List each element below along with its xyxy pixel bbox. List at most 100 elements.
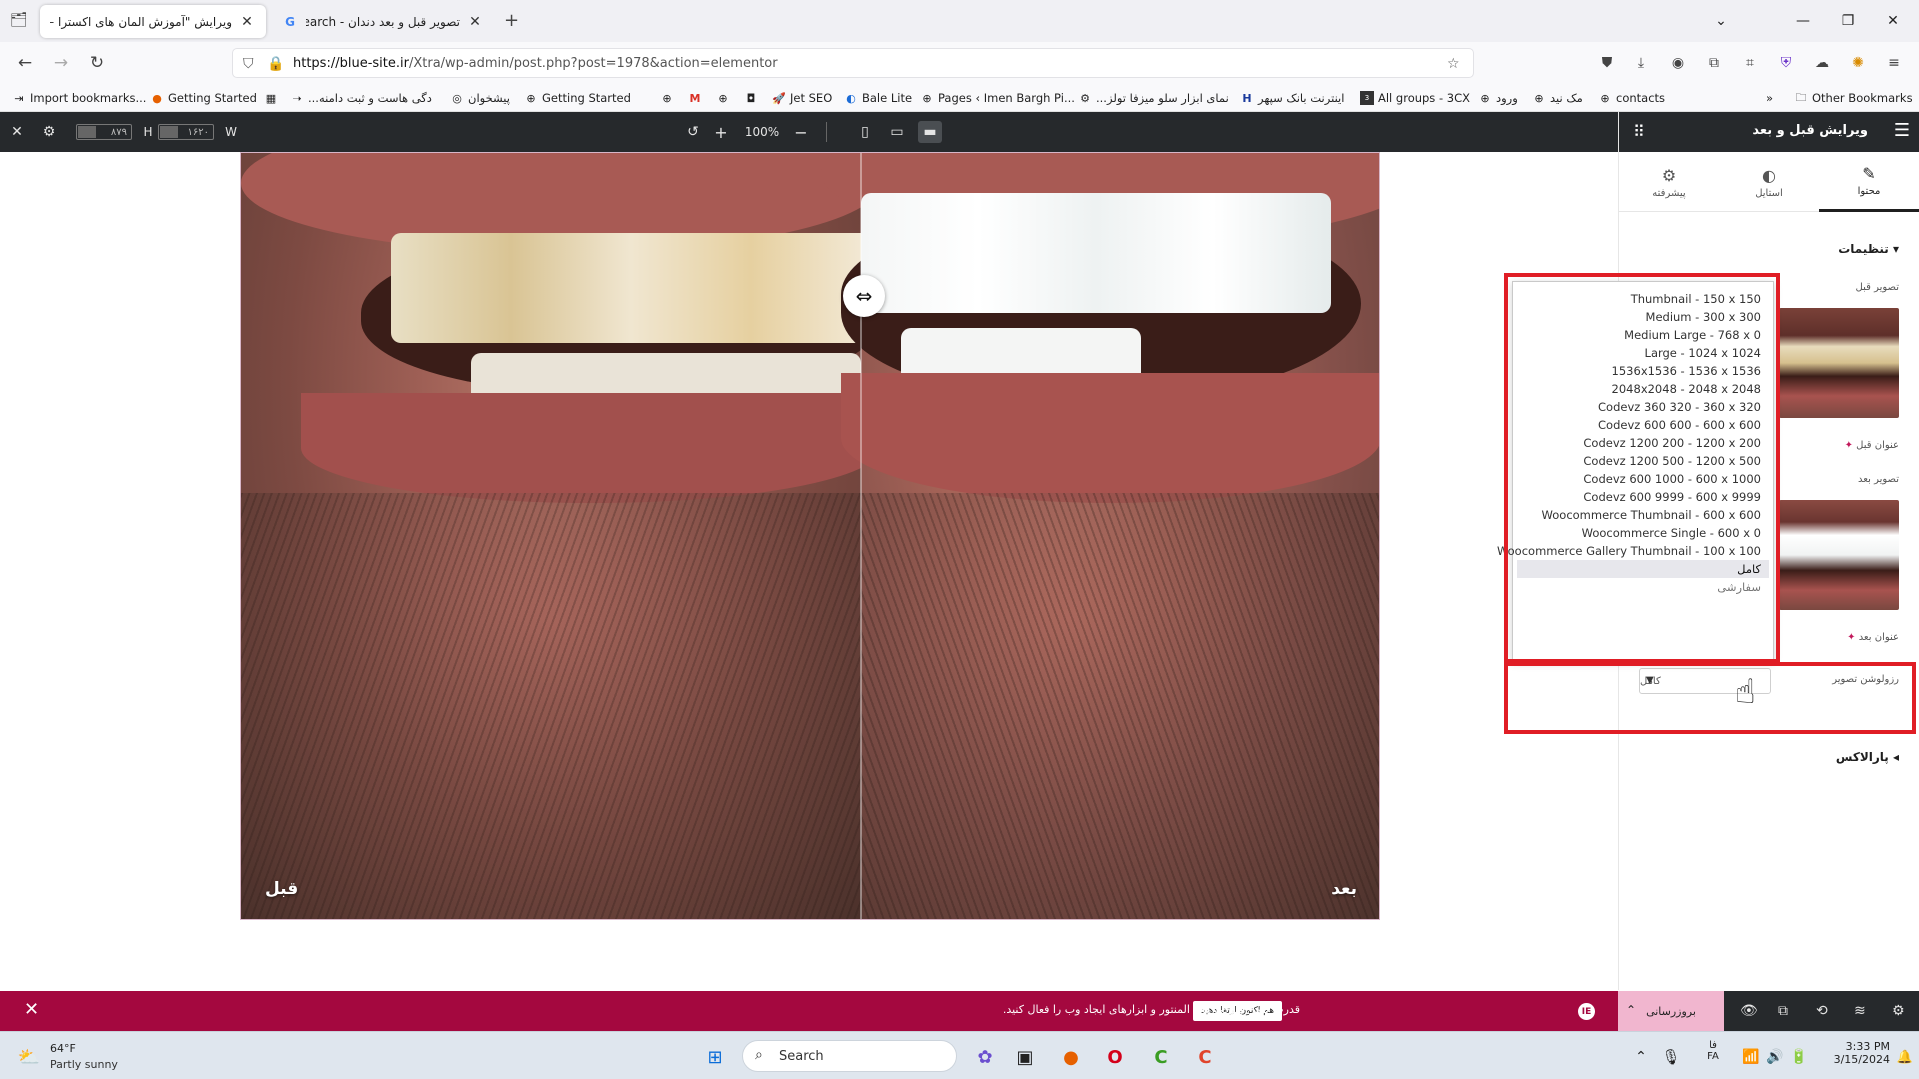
tab-title: تصویر قبل و بعد دندان - Search [306,14,460,29]
menu-icon[interactable]: ≡ [1883,52,1905,74]
bookmark-item[interactable]: ● Getting Started [150,88,257,108]
close-icon[interactable]: ✕ [24,999,39,1020]
extensions-icon[interactable]: ⧉ [1703,52,1725,74]
height-input[interactable]: ۸۷۹ [76,124,132,140]
bookmark-item[interactable]: ◘ [744,88,762,108]
bookmark-item[interactable]: 3 All groups - 3CX [1360,88,1470,108]
taskbar-search[interactable]: ⌕ Search [742,1040,957,1072]
width-label: W [225,125,237,139]
width-input[interactable]: ۱۶۲۰ [158,124,214,140]
bookmark-item[interactable]: ⊕ [716,88,734,108]
3cx-icon: 3 [1360,91,1374,105]
bookmarks-overflow-icon[interactable]: » [1766,88,1773,108]
globe-icon: ⊕ [662,91,672,105]
notification-bell-icon[interactable]: 🔔 [1890,1042,1919,1072]
color-picker-icon[interactable]: ✺ [1847,52,1869,74]
before-image-thumbnail[interactable] [1779,308,1899,418]
bookmark-item[interactable]: ➝ ...دگی هاست و ثبت دامنه [290,88,432,108]
ublock-icon[interactable]: ⛨ [1775,52,1797,74]
preview-eye-icon[interactable]: 👁 [1740,1003,1758,1019]
back-button[interactable]: ← [12,50,38,76]
bookmark-item[interactable]: ◎ پیشخوان [450,88,510,108]
history-icon[interactable]: ⟲ [1816,1003,1828,1019]
update-button[interactable]: ⌃ بروزرسانی [1618,991,1724,1031]
camtasia-recorder-icon[interactable]: C [1190,1042,1220,1072]
input-language[interactable]: فا FA [1702,1040,1724,1062]
bookmark-item[interactable]: ⊕ مک نید [1532,88,1582,108]
pocket-icon[interactable]: ⛊ [1596,52,1618,74]
tab-google-search[interactable]: G تصویر قبل و بعد دندان - Search ✕ [272,5,494,38]
responsive-icon[interactable]: ⧉ [1778,1003,1788,1019]
zoom-in-icon[interactable]: + [712,122,730,142]
restore-button[interactable]: ❐ [1833,8,1863,34]
desktop-device-icon[interactable]: ▬ [918,121,942,143]
url-host: https://blue-site.ir [293,55,409,71]
zoom-out-icon[interactable]: − [792,122,810,142]
clock[interactable]: 3:33 PM 3/15/2024 [1818,1040,1890,1066]
close-icon[interactable]: ✕ [466,14,484,30]
tab-style[interactable]: ◐ استایل [1719,152,1819,212]
calendar-icon: ▦ [265,91,277,105]
minimize-button[interactable]: — [1788,8,1818,34]
search-placeholder: Search [779,1048,824,1064]
opera-icon[interactable]: O [1100,1042,1130,1072]
widgets-grid-icon[interactable]: ⠿ [1633,122,1645,141]
bookmark-item[interactable]: ⇥ Import bookmarks... [12,88,146,108]
bookmark-item[interactable]: ▦ [264,88,282,108]
cloud-icon[interactable]: ☁ [1811,52,1833,74]
mobile-device-icon[interactable]: ▯ [856,122,874,142]
ai-sparkle-icon[interactable]: ✦ [1845,440,1853,451]
battery-icon[interactable]: 🔋 [1784,1042,1814,1072]
url-bar[interactable]: ⛉ 🔒 https://blue-site.ir/Xtra/wp-admin/p… [232,48,1474,78]
crop-icon[interactable]: ⌗ [1739,52,1761,74]
tray-chevron-icon[interactable]: ⌃ [1626,1042,1656,1072]
camtasia-green-icon[interactable]: C [1146,1042,1176,1072]
reset-zoom-icon[interactable]: ↺ [684,122,702,142]
file-explorer-icon[interactable]: ▣ [1010,1042,1040,1072]
new-tab-button[interactable]: + [504,10,519,31]
section-parallax[interactable]: ◂ پارالاکس [1836,750,1899,764]
firefox-icon[interactable]: ● [1056,1042,1086,1072]
copilot-icon[interactable]: ✿ [970,1042,1000,1072]
close-icon[interactable]: ✕ [238,14,256,30]
bookmark-item[interactable]: H اینترنت بانک سپهر [1240,88,1344,108]
bookmark-item[interactable]: ⊕ [660,88,678,108]
forward-button[interactable]: → [48,50,74,76]
windows-start-icon[interactable]: ⊞ [700,1042,730,1072]
other-bookmarks[interactable]: 🗀 Other Bookmarks [1794,88,1913,108]
bookmark-item[interactable]: ⊕ Getting Started [524,88,631,108]
hamburger-menu-icon[interactable]: ☰ [1894,120,1910,141]
tab-advanced[interactable]: ⚙ پیشرفته [1619,152,1719,212]
chevron-up-icon[interactable]: ⌃ [1626,1003,1636,1017]
before-after-image[interactable]: قبل بعد ⇔ [240,152,1380,920]
reload-button[interactable]: ↻ [84,50,110,76]
navigator-layers-icon[interactable]: ≋ [1854,1003,1866,1019]
close-window-button[interactable]: ✕ [1878,8,1908,34]
weather-icon[interactable]: ⛅ [14,1042,44,1072]
settings-gear-icon[interactable]: ⚙ [40,122,58,142]
tab-content[interactable]: ✎ محتوا [1819,152,1919,212]
after-image-thumbnail[interactable] [1779,500,1899,610]
bookmark-item[interactable]: ⊕ ورود [1478,88,1517,108]
download-icon[interactable]: ⤓ [1630,52,1652,74]
bookmark-item[interactable]: ⚙ ...نمای ابزار سلو میزفا تولز [1078,88,1229,108]
settings-gear-icon[interactable]: ⚙ [1892,1003,1905,1019]
account-icon[interactable]: ◉ [1667,52,1689,74]
section-settings[interactable]: ▾ تنظیمات [1838,242,1899,256]
slider-handle-arrows-icon[interactable]: ⇔ [843,275,885,317]
ai-sparkle-icon[interactable]: ✦ [1847,632,1855,643]
bookmark-item[interactable]: ⊕ Pages ‹ Imen Bargh Pi... [920,88,1075,108]
close-editor-icon[interactable]: ✕ [8,122,26,142]
bookmark-item[interactable]: ◐ Bale Lite [844,88,912,108]
microphone-icon[interactable]: 🎙 [1656,1042,1686,1072]
bookmark-item[interactable]: 🚀 Jet SEO [772,88,832,108]
tablet-device-icon[interactable]: ▭ [888,122,906,142]
height-label: H [143,125,153,139]
bookmark-item[interactable]: M [688,88,706,108]
bookmark-label: Import bookmarks... [30,91,147,105]
tab-list-icon[interactable]: 🗂 [10,12,28,28]
tab-elementor-editor[interactable]: ویرایش "آموزش المان های اکسترا – ... ✕ [40,5,266,38]
bookmark-item[interactable]: ⊕ contacts [1598,88,1665,108]
tab-overflow-chevron-icon[interactable]: ⌄ [1706,8,1736,34]
bookmark-star-icon[interactable]: ☆ [1447,56,1460,72]
